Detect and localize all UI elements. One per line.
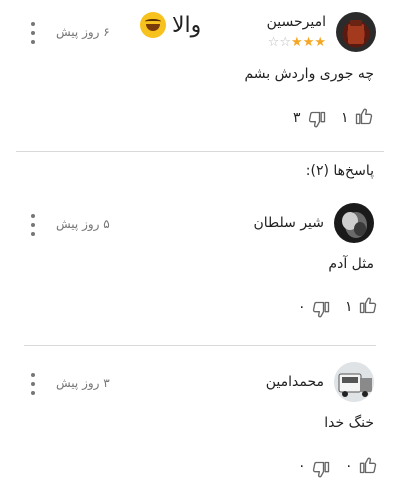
author-name[interactable]: محمدامین (266, 374, 324, 390)
dislike-count: ۳ (293, 110, 301, 126)
comment-title: والا (140, 12, 201, 38)
thumbs-up-icon[interactable] (358, 455, 378, 475)
thumbs-down-icon[interactable] (307, 110, 327, 130)
dislike-count: ۰ (298, 458, 306, 474)
avatar[interactable] (334, 203, 374, 243)
comment-text: مثل آدم (328, 256, 374, 272)
divider (16, 151, 384, 152)
thumbs-up-icon[interactable] (354, 106, 374, 126)
like-count: ۰ (345, 458, 353, 474)
rating-stars: ★ ★ ★ ☆ ☆ (268, 36, 326, 49)
star-icon: ★ (302, 35, 315, 50)
more-options-icon[interactable] (30, 22, 36, 44)
title-text: والا (172, 12, 202, 38)
avatar[interactable] (334, 362, 374, 402)
more-options-icon[interactable] (30, 214, 36, 236)
laughing-emoji-icon (140, 12, 166, 38)
avatar[interactable] (336, 12, 376, 52)
author-name[interactable]: شیر سلطان (253, 215, 324, 231)
thumbs-up-icon[interactable] (358, 295, 378, 315)
like-count: ۱ (345, 299, 353, 315)
star-outline-icon: ☆ (279, 35, 292, 50)
like-count: ۱ (341, 110, 349, 126)
comment-date: ۳ روز پیش (56, 376, 110, 390)
comment-text: خنگ خدا (324, 415, 374, 431)
star-outline-icon: ☆ (267, 35, 280, 50)
thumbs-down-icon[interactable] (311, 460, 331, 480)
dislike-count: ۰ (298, 299, 306, 315)
comment-date: ۶ روز پیش (56, 25, 110, 39)
more-options-icon[interactable] (30, 373, 36, 395)
comment-date: ۵ روز پیش (56, 217, 110, 231)
divider (24, 345, 376, 346)
author-name[interactable]: امیرحسین (267, 14, 326, 30)
replies-label: پاسخ‌ها (۲): (305, 163, 374, 179)
comment-text: چه جوری واردش بشم (244, 66, 374, 82)
thumbs-down-icon[interactable] (311, 300, 331, 320)
star-icon: ★ (314, 35, 326, 50)
star-icon: ★ (291, 35, 303, 50)
